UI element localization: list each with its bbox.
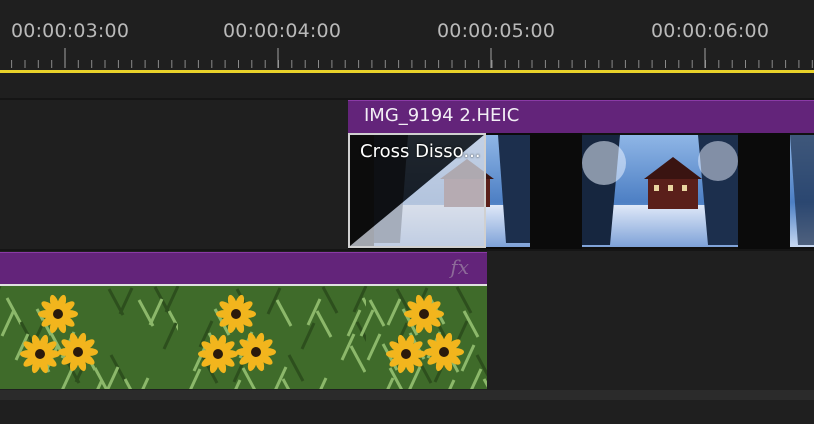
clip-title: IMG_9194 2.HEIC xyxy=(364,105,520,126)
timecode-label: 00:00:04:00 xyxy=(223,20,342,42)
ruler-ticks xyxy=(11,48,813,68)
fx-badge[interactable]: fx xyxy=(450,255,469,279)
timecode-label: 00:00:05:00 xyxy=(437,20,556,42)
work-area-bar[interactable] xyxy=(0,70,814,73)
timecode-label: 00:00:06:00 xyxy=(651,20,770,42)
horizontal-scrollbar[interactable] xyxy=(0,390,814,400)
clip-thumbnails-flowers[interactable] xyxy=(0,286,487,389)
timecode-label: 00:00:03:00 xyxy=(11,20,130,42)
timeline-panel[interactable]: 00:00:03:00 00:00:04:00 00:00:05:00 00:0… xyxy=(0,0,814,424)
yellow-flowers-thumbnail xyxy=(0,286,487,389)
transition-label: Cross Disso... xyxy=(360,141,481,162)
time-ruler[interactable]: 00:00:03:00 00:00:04:00 00:00:05:00 00:0… xyxy=(0,0,814,76)
cross-dissolve-transition[interactable]: Cross Disso... xyxy=(348,133,486,248)
clip-header-flowers[interactable]: fx xyxy=(0,252,487,285)
track-divider xyxy=(0,249,814,251)
clip-header-img-9194[interactable]: IMG_9194 2.HEIC xyxy=(348,100,814,133)
